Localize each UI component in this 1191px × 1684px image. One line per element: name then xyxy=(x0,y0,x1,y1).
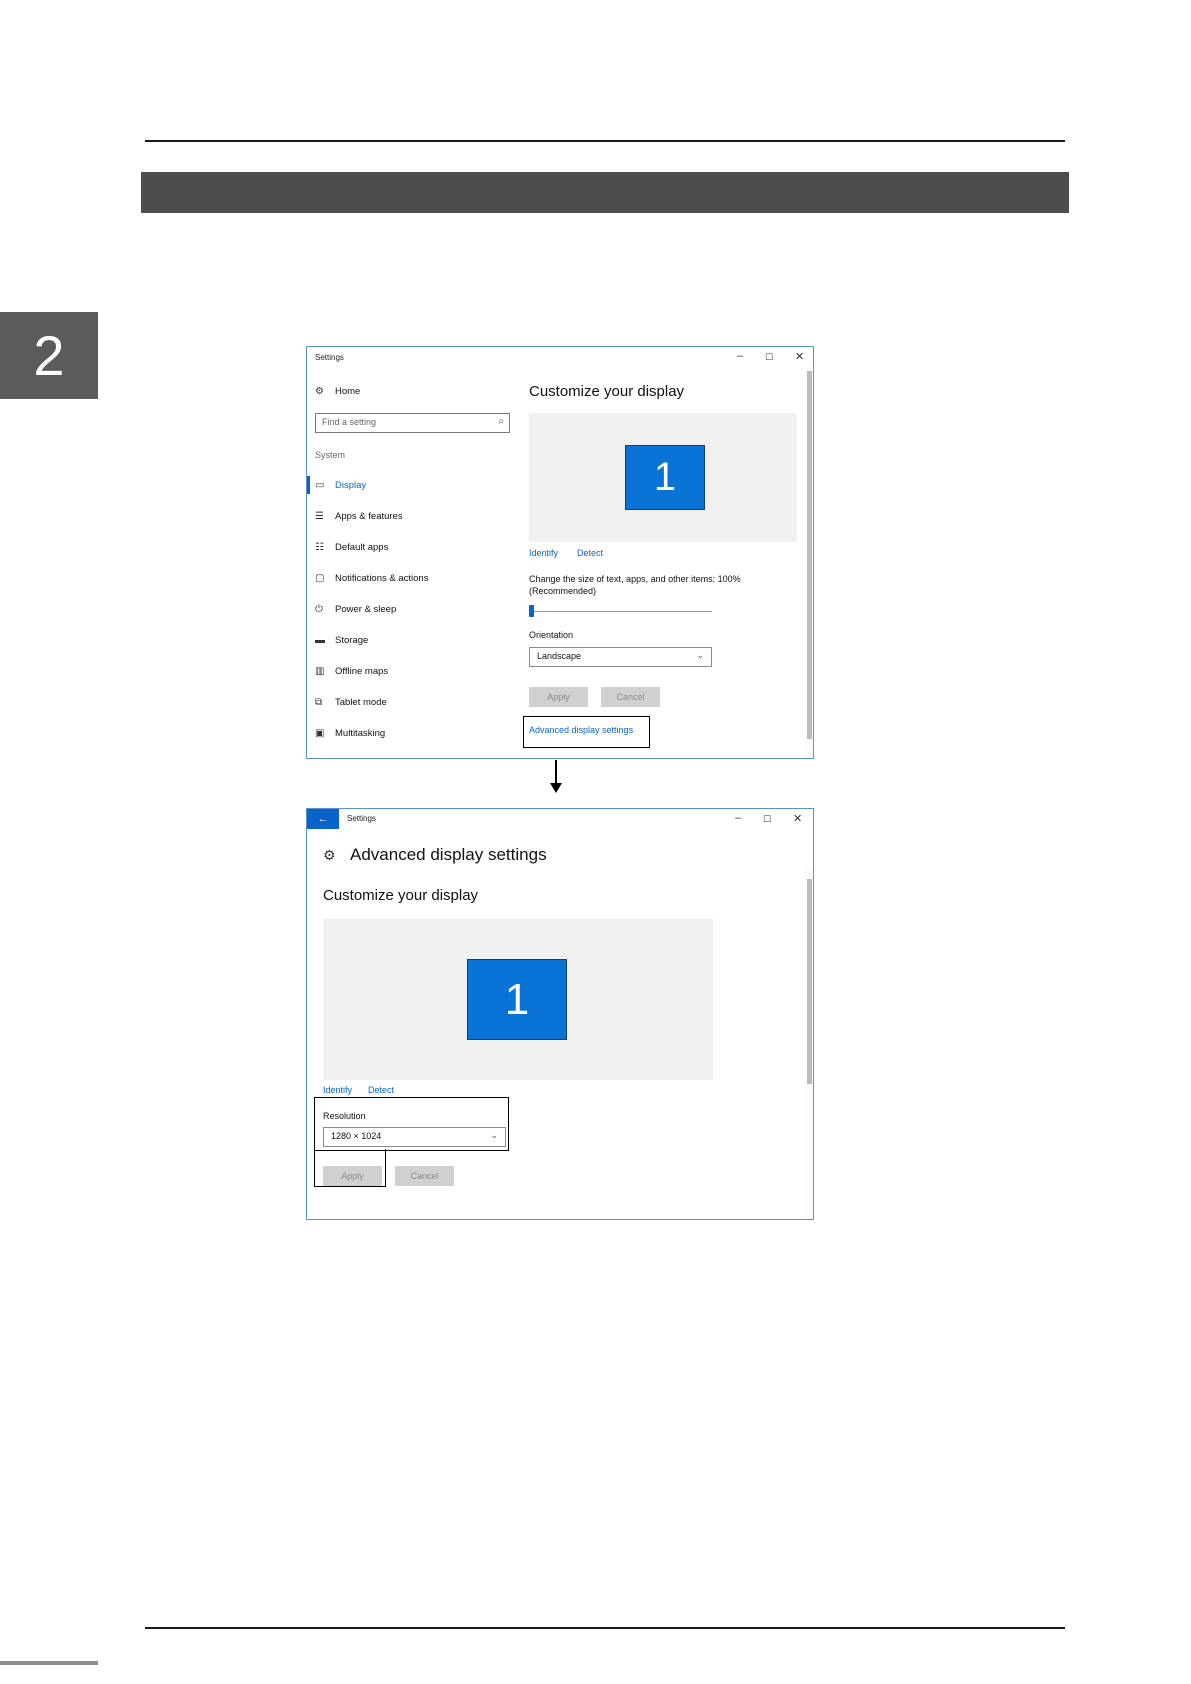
back-button[interactable]: ← xyxy=(307,809,339,829)
footer-tab xyxy=(0,1661,98,1665)
sidebar-item-default-apps[interactable]: ☷ Default apps xyxy=(315,540,388,554)
scale-slider-track[interactable] xyxy=(529,611,712,612)
sidebar-item-label: Offline maps xyxy=(335,665,389,677)
close-icon[interactable]: ✕ xyxy=(795,350,804,363)
window-title: Settings xyxy=(347,814,376,823)
sidebar-item-home[interactable]: ⚙ Home xyxy=(315,384,360,398)
orientation-value: Landscape xyxy=(537,651,582,661)
sidebar-item-tablet-mode[interactable]: ⧉ Tablet mode xyxy=(315,695,387,709)
minimize-icon[interactable]: – xyxy=(737,350,743,362)
page-heading: Customize your display xyxy=(529,383,685,400)
top-rule xyxy=(145,140,1065,142)
search-placeholder: Find a setting xyxy=(322,417,377,427)
sidebar-item-notifications[interactable]: ▢ Notifications & actions xyxy=(315,571,428,585)
resolution-select[interactable]: 1280 × 1024 ⌄ xyxy=(323,1127,506,1147)
apply-label: Apply xyxy=(547,692,570,702)
default-apps-icon: ☷ xyxy=(315,541,324,553)
settings-window-display: Settings – ☐ ✕ ⚙ Home Find a setting ⌕ S… xyxy=(306,346,814,759)
display-preview-area: 1 xyxy=(529,413,797,542)
apply-button[interactable]: Apply xyxy=(529,687,588,707)
apply-label: Apply xyxy=(341,1171,364,1181)
scrollbar-thumb[interactable] xyxy=(807,371,812,739)
window-title: Settings xyxy=(315,353,344,362)
identify-link[interactable]: Identify xyxy=(529,548,558,558)
chapter-number-tab: 2 xyxy=(0,312,98,399)
notification-icon: ▢ xyxy=(315,572,325,584)
sidebar-item-apps-features[interactable]: ☰ Apps & features xyxy=(315,509,403,523)
sidebar-item-multitasking[interactable]: ▣ Multitasking xyxy=(315,726,385,740)
scale-text-line1: Change the size of text, apps, and other… xyxy=(529,574,741,584)
sidebar-item-label: Power & sleep xyxy=(335,603,397,615)
orientation-label: Orientation xyxy=(529,630,574,640)
cancel-label: Cancel xyxy=(410,1171,439,1181)
chevron-down-icon: ⌄ xyxy=(490,1130,498,1140)
sidebar-item-storage[interactable]: ▬ Storage xyxy=(315,633,368,647)
sidebar-item-label: Display xyxy=(335,479,367,491)
sidebar-item-label: Home xyxy=(335,385,361,397)
flow-arrow-head xyxy=(550,783,562,793)
display-preview-area: 1 xyxy=(323,919,713,1080)
sidebar-item-label: Default apps xyxy=(335,541,389,553)
sidebar-item-power-sleep[interactable]: ⏻ Power & sleep xyxy=(315,602,396,616)
detect-link[interactable]: Detect xyxy=(577,548,603,558)
maximize-icon[interactable]: ☐ xyxy=(763,814,771,825)
page-heading: Customize your display xyxy=(323,887,479,904)
cancel-button[interactable]: Cancel xyxy=(395,1166,454,1186)
monitor-icon: ▭ xyxy=(315,479,325,491)
monitor-1[interactable]: 1 xyxy=(467,959,567,1040)
resolution-value: 1280 × 1024 xyxy=(331,1131,382,1141)
gear-icon: ⚙ xyxy=(315,385,324,397)
apply-button[interactable]: Apply xyxy=(323,1166,382,1186)
chevron-down-icon: ⌄ xyxy=(696,650,704,660)
map-icon: ▥ xyxy=(315,665,325,677)
maximize-icon[interactable]: ☐ xyxy=(765,352,773,363)
monitor-number: 1 xyxy=(653,455,677,499)
scrollbar-thumb[interactable] xyxy=(807,879,812,1084)
back-arrow-icon: ← xyxy=(317,813,329,825)
bottom-rule xyxy=(145,1627,1065,1629)
close-icon[interactable]: ✕ xyxy=(793,812,802,825)
scale-slider-thumb[interactable] xyxy=(529,605,534,617)
section-label-system: System xyxy=(315,450,346,460)
gear-icon: ⚙ xyxy=(323,847,336,863)
cancel-label: Cancel xyxy=(616,692,645,702)
highlight-box-advanced-link xyxy=(523,716,650,748)
monitor-number: 1 xyxy=(504,974,530,1024)
page-title: Advanced display settings xyxy=(350,845,547,864)
sidebar-item-display[interactable]: ▭ Display xyxy=(315,478,366,492)
sidebar-item-label: Apps & features xyxy=(335,510,403,522)
detect-link[interactable]: Detect xyxy=(368,1085,394,1095)
monitor-1[interactable]: 1 xyxy=(625,445,705,510)
minimize-icon[interactable]: – xyxy=(735,812,741,824)
storage-icon: ▬ xyxy=(315,634,325,646)
orientation-select[interactable]: Landscape ⌄ xyxy=(529,647,712,667)
sidebar-item-label: Tablet mode xyxy=(335,696,387,708)
list-icon: ☰ xyxy=(315,510,324,522)
power-icon: ⏻ xyxy=(315,603,323,615)
search-icon: ⌕ xyxy=(498,416,504,427)
sidebar-item-label: Storage xyxy=(335,634,369,646)
scale-text-line2: (Recommended) xyxy=(529,586,597,596)
tablet-icon: ⧉ xyxy=(315,696,323,708)
multitasking-icon: ▣ xyxy=(315,727,325,739)
settings-window-advanced: ← Settings – ☐ ✕ ⚙ Advanced display sett… xyxy=(306,808,814,1220)
search-input[interactable]: Find a setting ⌕ xyxy=(315,413,510,433)
identify-link[interactable]: Identify xyxy=(323,1085,352,1095)
cancel-button[interactable]: Cancel xyxy=(601,687,660,707)
active-nav-indicator xyxy=(307,476,310,494)
sidebar-item-offline-maps[interactable]: ▥ Offline maps xyxy=(315,664,388,678)
resolution-label: Resolution xyxy=(323,1111,366,1121)
section-header-bar xyxy=(141,172,1069,213)
sidebar-item-label: Notifications & actions xyxy=(335,572,429,584)
sidebar-item-label: Multitasking xyxy=(335,727,386,739)
